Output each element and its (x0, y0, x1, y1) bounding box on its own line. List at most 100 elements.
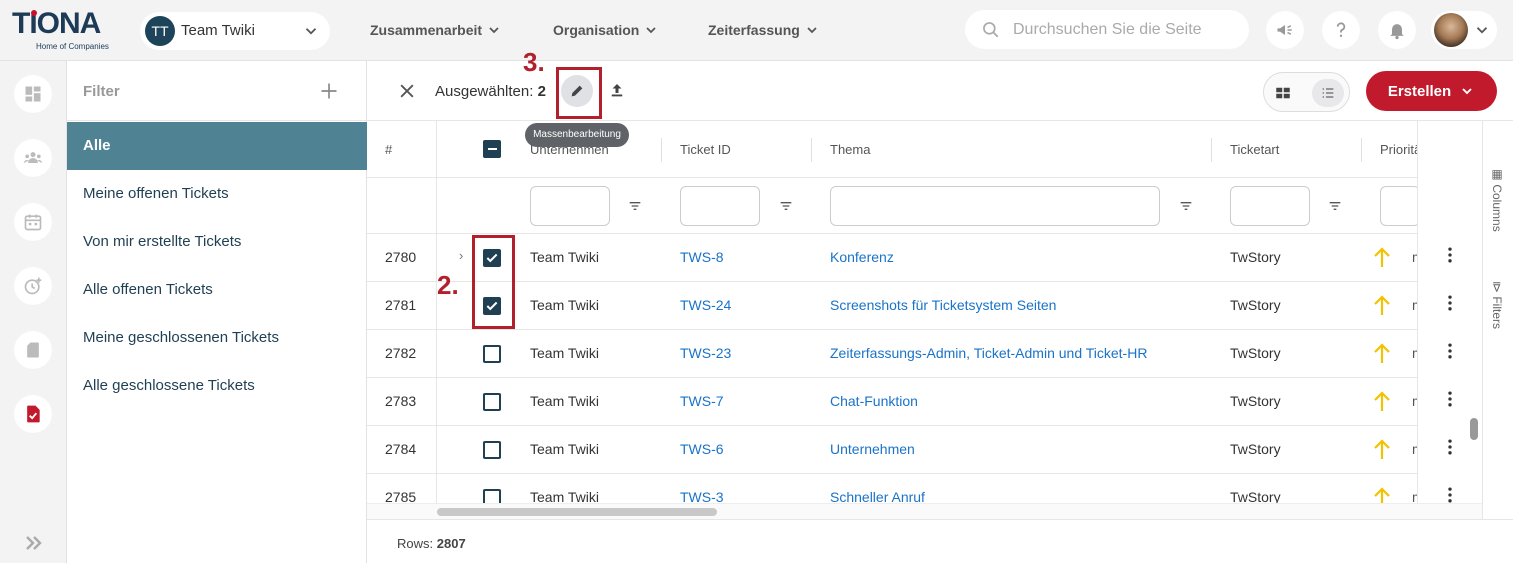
megaphone-icon (1277, 25, 1292, 35)
row-topic-link[interactable]: Konferenz (830, 249, 894, 265)
filter-title: Filter (83, 83, 120, 100)
filters-panel-toggle[interactable]: ⧐ Filters (1490, 281, 1504, 329)
logo-text: TIONA (12, 7, 101, 40)
row-checkbox[interactable] (483, 393, 501, 411)
ticket-check-icon (27, 405, 40, 423)
tiona-logo[interactable]: TIONA Home of Companies (12, 8, 112, 52)
column-separator[interactable] (1211, 138, 1212, 162)
filter-icon[interactable] (778, 198, 794, 214)
column-separator[interactable] (811, 138, 812, 162)
column-separator[interactable] (1361, 138, 1362, 162)
create-button[interactable]: Erstellen (1366, 71, 1497, 111)
vertical-scrollbar[interactable] (1470, 418, 1478, 440)
table-row[interactable]: 2782 Team Twiki TWS-23 Zeiterfassungs-Ad… (367, 330, 1417, 378)
row-checkbox[interactable] (483, 441, 501, 459)
search-input[interactable] (1013, 10, 1233, 49)
row-company: Team Twiki (530, 441, 599, 457)
announcements-button[interactable] (1266, 11, 1304, 49)
filter-item-meine-geschlossenen[interactable]: Meine geschlossenen Tickets (67, 314, 367, 362)
view-toggle (1263, 72, 1350, 112)
row-topic-link[interactable]: Screenshots für Ticketsystem Seiten (830, 297, 1056, 313)
filter-panel: Filter Alle Meine offenen Tickets Von mi… (67, 61, 367, 563)
table-row[interactable]: 2783 Team Twiki TWS-7 Chat-Funktion TwSt… (367, 378, 1417, 426)
type-filter-input[interactable] (1230, 186, 1310, 226)
grid-view-icon[interactable] (1274, 84, 1292, 102)
double-chevron-right-icon[interactable] (22, 531, 46, 555)
nav-label: Zeiterfassung (708, 22, 800, 38)
row-type: TwStory (1230, 345, 1281, 361)
rail-dashboard[interactable] (14, 75, 52, 113)
team-name: Team Twiki (181, 22, 255, 39)
filter-icon[interactable] (1327, 198, 1343, 214)
columns-icon: ▦ (1490, 167, 1504, 185)
more-vertical-icon[interactable] (1440, 293, 1460, 313)
expand-chevron-icon[interactable]: › (459, 248, 463, 263)
horizontal-scrollbar[interactable] (437, 508, 717, 516)
more-vertical-icon[interactable] (1440, 341, 1460, 361)
list-view-button[interactable] (1312, 79, 1344, 107)
nav-zusammenarbeit[interactable]: Zusammenarbeit (370, 22, 502, 38)
chevron-down-icon (1476, 27, 1488, 34)
priority-up-arrow-icon (1374, 295, 1390, 315)
dashboard-icon (25, 86, 41, 102)
more-vertical-icon[interactable] (1440, 437, 1460, 457)
user-menu[interactable] (1431, 11, 1497, 49)
table-row[interactable]: 2780 › Team Twiki TWS-8 Konferenz TwStor… (367, 234, 1417, 282)
row-ticket-id-link[interactable]: TWS-6 (680, 441, 724, 457)
upload-icon[interactable] (608, 81, 626, 99)
table-row[interactable]: 2781 Team Twiki TWS-24 Screenshots für T… (367, 282, 1417, 330)
rail-team[interactable] (14, 139, 52, 177)
selected-count: 2 (537, 83, 546, 100)
ticket-id-filter-input[interactable] (680, 186, 760, 226)
main-content: Ausgewählten: 2 Erstellen Massenbearbeit… (367, 61, 1513, 563)
chevron-down-icon (489, 27, 499, 34)
filter-item-alle-offenen[interactable]: Alle offenen Tickets (67, 266, 367, 314)
priority-filter-input[interactable] (1380, 186, 1417, 226)
table-row[interactable]: 2784 Team Twiki TWS-6 Unternehmen TwStor… (367, 426, 1417, 474)
more-vertical-icon[interactable] (1440, 245, 1460, 265)
rail-documents[interactable] (14, 331, 52, 369)
row-checkbox[interactable] (483, 345, 501, 363)
row-topic-link[interactable]: Unternehmen (830, 441, 915, 457)
annotation-box-checkboxes (472, 235, 515, 329)
plus-icon[interactable] (319, 81, 339, 101)
grid-footer: Rows: 2807 (367, 519, 1513, 563)
row-ticket-id-link[interactable]: TWS-8 (680, 249, 724, 265)
filter-item-alle-geschlossene[interactable]: Alle geschlossene Tickets (67, 362, 367, 410)
more-vertical-icon[interactable] (1440, 389, 1460, 409)
header-priority[interactable]: Priorität (1380, 142, 1417, 157)
row-topic-link[interactable]: Zeiterfassungs-Admin, Ticket-Admin und T… (830, 345, 1147, 361)
more-vertical-icon[interactable] (1440, 485, 1460, 505)
row-num: 2784 (385, 441, 417, 457)
team-selector[interactable]: TT Team Twiki (140, 12, 330, 50)
filter-icon[interactable] (1178, 198, 1194, 214)
company-filter-input[interactable] (530, 186, 610, 226)
annotation-step-2: 2. (437, 270, 459, 300)
nav-organisation[interactable]: Organisation (553, 22, 659, 38)
rail-time-tracking[interactable] (14, 267, 52, 305)
filter-item-meine-offenen[interactable]: Meine offenen Tickets (67, 170, 367, 218)
select-all-checkbox[interactable] (483, 140, 501, 158)
row-ticket-id-link[interactable]: TWS-7 (680, 393, 724, 409)
topic-filter-input[interactable] (830, 186, 1160, 226)
header-type[interactable]: Ticketart (1230, 142, 1279, 157)
row-topic-link[interactable]: Chat-Funktion (830, 393, 918, 409)
filter-item-alle[interactable]: Alle (67, 122, 367, 170)
row-ticket-id-link[interactable]: TWS-24 (680, 297, 731, 313)
help-button[interactable] (1322, 11, 1360, 49)
row-num: 2780 (385, 249, 417, 265)
rail-tickets[interactable] (14, 395, 52, 433)
nav-zeiterfassung[interactable]: Zeiterfassung (708, 22, 820, 38)
notifications-button[interactable] (1378, 11, 1416, 49)
row-type: TwStory (1230, 441, 1281, 457)
columns-panel-toggle[interactable]: ▦ Columns (1490, 167, 1504, 232)
grid-side-panel: ▦ Columns ⧐ Filters (1482, 121, 1513, 519)
header-ticket-id[interactable]: Ticket ID (680, 142, 731, 157)
filter-icon[interactable] (627, 198, 643, 214)
close-icon[interactable] (397, 81, 417, 101)
row-ticket-id-link[interactable]: TWS-23 (680, 345, 731, 361)
column-separator[interactable] (661, 138, 662, 162)
header-topic[interactable]: Thema (830, 142, 870, 157)
filter-item-von-mir-erstellt[interactable]: Von mir erstellte Tickets (67, 218, 367, 266)
rail-calendar[interactable] (14, 203, 52, 241)
